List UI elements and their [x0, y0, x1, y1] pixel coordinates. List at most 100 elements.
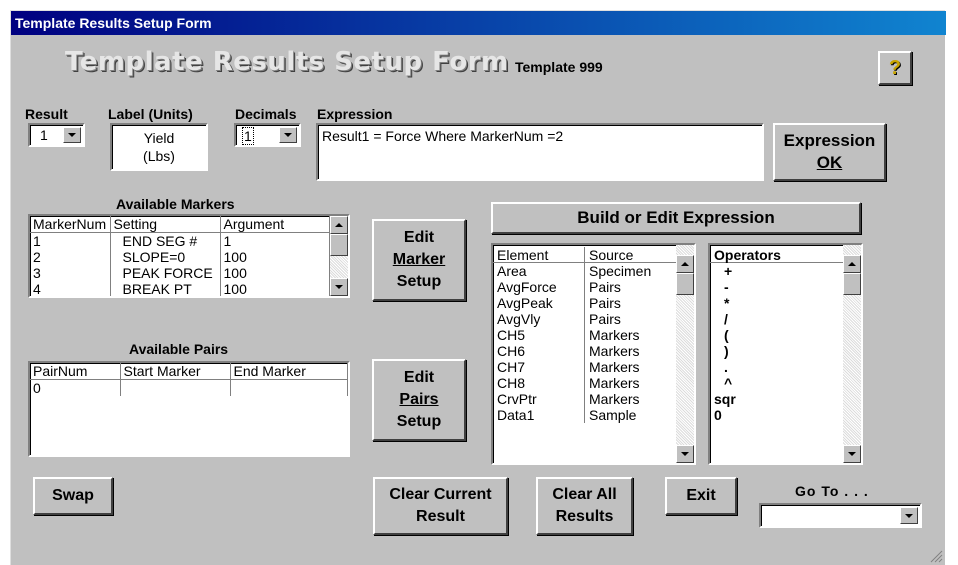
table-cell	[120, 379, 231, 396]
exit-button[interactable]: Exit	[665, 477, 737, 515]
build-expression-label: Build or Edit Expression	[577, 208, 775, 227]
chevron-up-icon	[335, 223, 343, 227]
table-row[interactable]: 3 PEAK FORCE 100	[30, 265, 330, 281]
table-row[interactable]: 2 SLOPE=0 100	[30, 249, 330, 265]
pairs-table[interactable]: PairNum Start Marker End Marker 0	[28, 361, 350, 457]
goto-label: Go To . . .	[795, 483, 869, 499]
list-item[interactable]: ^	[710, 375, 843, 391]
list-item[interactable]: CH5 Markers	[493, 327, 676, 343]
label-units-label: Label (Units)	[108, 106, 193, 122]
element-source: Markers	[589, 343, 640, 359]
list-item[interactable]: sqr	[710, 391, 843, 407]
list-item[interactable]: CrvPtr Markers	[493, 391, 676, 407]
swap-button[interactable]: Swap	[33, 477, 113, 515]
operators-list[interactable]: Operators + - * / ( ) . ^ sqr 0	[708, 243, 863, 465]
table-cell: 0	[30, 379, 121, 396]
list-item[interactable]: 0	[710, 407, 843, 423]
chevron-down-icon	[335, 285, 343, 289]
chevron-down-icon	[68, 133, 76, 137]
elements-header-row: Element Source	[493, 247, 676, 263]
scroll-thumb[interactable]	[330, 234, 348, 256]
table-row[interactable]: 1 END SEG # 1	[30, 232, 330, 249]
result-dropdown-arrow[interactable]	[63, 127, 81, 143]
elements-list[interactable]: Element Source Area Specimen AvgForce Pair…	[491, 243, 696, 465]
table-row[interactable]: 0	[30, 379, 348, 396]
element-name: AvgForce	[493, 279, 585, 295]
build-expression-button[interactable]: Build or Edit Expression	[491, 202, 861, 234]
pairs-col-start-marker: Start Marker	[120, 363, 231, 380]
label-units-line1: Yield	[143, 130, 175, 146]
expression-label: Expression	[317, 106, 393, 122]
list-item[interactable]: CH7 Markers	[493, 359, 676, 375]
resize-grip-icon[interactable]	[929, 549, 943, 563]
edit-marker-setup-button[interactable]: Edit Marker Setup	[372, 219, 466, 301]
list-item[interactable]: Data1 Sample	[493, 407, 676, 423]
scroll-down-button[interactable]	[843, 445, 861, 463]
list-item[interactable]: *	[710, 295, 843, 311]
scroll-up-button[interactable]	[676, 255, 694, 273]
scroll-down-button[interactable]	[330, 278, 348, 296]
list-item[interactable]: AvgVly Pairs	[493, 311, 676, 327]
expression-ok-button[interactable]: Expression OK	[773, 123, 886, 181]
available-pairs-title: Available Pairs	[129, 341, 229, 357]
list-item[interactable]: AvgForce Pairs	[493, 279, 676, 295]
table-cell: 2	[30, 249, 111, 265]
edit-marker-line3: Setup	[396, 273, 442, 290]
form-heading: Template Results Setup Form	[65, 47, 509, 77]
scroll-thumb[interactable]	[676, 273, 694, 295]
table-cell: 100	[220, 281, 330, 296]
scroll-thumb[interactable]	[843, 273, 861, 295]
decimals-select[interactable]: 1	[234, 123, 301, 147]
list-item[interactable]: CH8 Markers	[493, 375, 676, 391]
scroll-down-button[interactable]	[676, 445, 694, 463]
chevron-up-icon	[848, 262, 856, 266]
goto-dropdown-arrow[interactable]	[900, 507, 918, 524]
expression-text: Result1 = Force Where MarkerNum =2	[322, 128, 564, 144]
expression-input[interactable]: Result1 = Force Where MarkerNum =2	[316, 123, 764, 181]
list-item[interactable]: )	[710, 343, 843, 359]
expression-ok-line1: Expression	[783, 131, 876, 150]
chevron-up-icon	[681, 262, 689, 266]
list-item[interactable]: /	[710, 311, 843, 327]
markers-table[interactable]: MarkerNum Setting Argument 1 END SEG # 1…	[28, 214, 350, 298]
list-item[interactable]: +	[710, 263, 843, 279]
clear-all-line2: Results	[555, 508, 614, 525]
expression-ok-line2: OK	[816, 153, 843, 172]
edit-pairs-setup-button[interactable]: Edit Pairs Setup	[372, 359, 466, 441]
markers-grid: MarkerNum Setting Argument 1 END SEG # 1…	[30, 216, 330, 296]
operators-scrollbar[interactable]	[843, 245, 861, 463]
table-cell: 3	[30, 265, 111, 281]
element-name: AvgPeak	[493, 295, 585, 311]
scroll-up-button[interactable]	[330, 216, 348, 234]
table-cell	[230, 379, 348, 396]
element-source: Pairs	[589, 311, 621, 327]
scroll-up-button[interactable]	[843, 255, 861, 273]
template-results-setup-window: Template Results Setup Form Template Res…	[10, 10, 946, 565]
table-cell: PEAK FORCE	[110, 265, 221, 281]
goto-select[interactable]	[759, 503, 922, 528]
label-units-field[interactable]: Yield (Lbs)	[110, 123, 208, 171]
list-item[interactable]: CH6 Markers	[493, 343, 676, 359]
markers-scrollbar[interactable]	[330, 216, 348, 296]
edit-marker-line2: Marker	[392, 251, 446, 268]
help-button[interactable]: ?	[878, 51, 912, 85]
element-source: Pairs	[589, 295, 621, 311]
exit-label: Exit	[686, 487, 716, 504]
list-item[interactable]: .	[710, 359, 843, 375]
table-row[interactable]: 4 BREAK PT 100	[30, 281, 330, 296]
list-item[interactable]: Area Specimen	[493, 263, 676, 279]
element-name: AvgVly	[493, 311, 585, 327]
table-cell: BREAK PT	[110, 281, 221, 296]
clear-current-result-button[interactable]: Clear Current Result	[373, 477, 508, 535]
list-item[interactable]: AvgPeak Pairs	[493, 295, 676, 311]
list-item[interactable]: -	[710, 279, 843, 295]
element-name: CH8	[493, 375, 585, 391]
list-item[interactable]: (	[710, 327, 843, 343]
result-select[interactable]: 1	[28, 123, 85, 147]
decimals-dropdown-arrow[interactable]	[279, 127, 297, 143]
clear-all-results-button[interactable]: Clear All Results	[536, 477, 633, 535]
table-cell: 100	[220, 265, 330, 281]
elements-scrollbar[interactable]	[676, 245, 694, 463]
title-bar: Template Results Setup Form	[11, 11, 946, 35]
table-cell: END SEG #	[110, 232, 221, 249]
